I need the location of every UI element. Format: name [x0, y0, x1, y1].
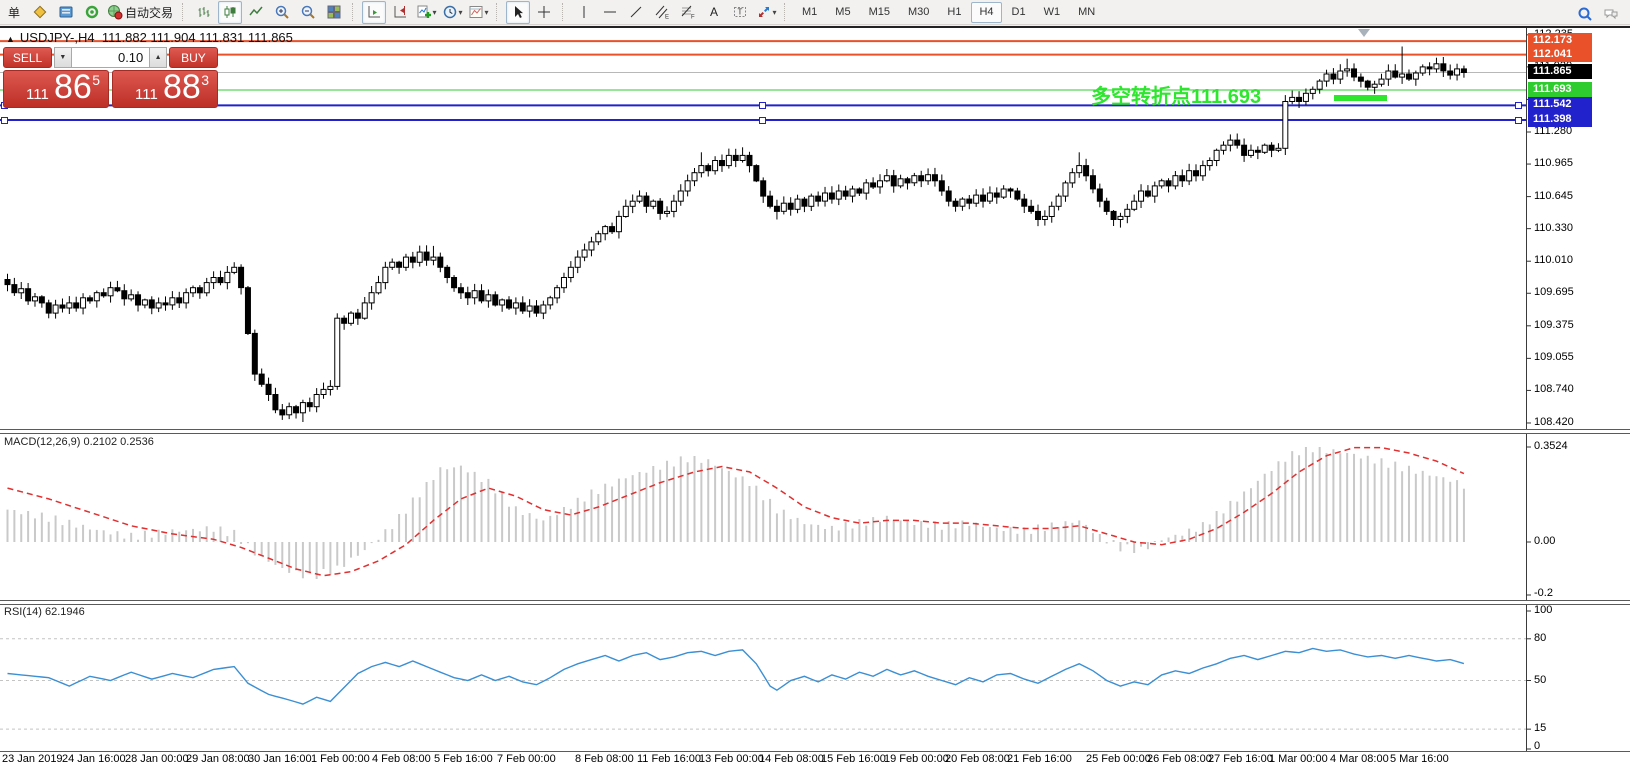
price-tick-110.330: 110.330	[1534, 222, 1573, 234]
time-label: 5 Feb 16:00	[434, 753, 493, 765]
price-tick-108.740: 108.740	[1534, 383, 1574, 395]
sell-price-big: 86	[54, 68, 92, 107]
price-tick-110.965: 110.965	[1534, 157, 1573, 169]
one-click-trading-panel: SELL ▼ 0.10 ▲ BUY 111 86 5 111 88 3	[3, 47, 218, 108]
time-label: 24 Jan 16:00	[62, 753, 126, 765]
rsi-tick-15: 15	[1534, 722, 1546, 734]
pane-divider-rsi[interactable]	[0, 600, 1630, 605]
rsi-tick-50: 50	[1534, 674, 1546, 686]
time-label: 4 Mar 08:00	[1330, 753, 1389, 765]
symbol-period-label: USDJPY-,H4	[20, 30, 95, 45]
volume-decrease-button[interactable]: ▼	[54, 47, 72, 68]
price-tick-110.010: 110.010	[1534, 254, 1573, 266]
rsi-label: RSI(14) 62.1946	[4, 606, 85, 618]
line-handle-111.398[interactable]	[1515, 117, 1522, 124]
collapse-arrow-icon[interactable]: ▲	[6, 34, 15, 44]
sell-price-display[interactable]: 111 86 5	[3, 70, 109, 108]
price-tick-110.645: 110.645	[1534, 190, 1573, 202]
ohlc-values: 111.882 111.904 111.831 111.865	[102, 30, 293, 45]
macd-label: MACD(12,26,9) 0.2102 0.2536	[4, 436, 154, 448]
price-badge-111.865: 111.865	[1528, 64, 1592, 79]
time-label: 28 Jan 00:00	[125, 753, 189, 765]
buy-button[interactable]: BUY	[169, 47, 218, 68]
rsi-tick-100: 100	[1534, 604, 1552, 616]
main-price-pane[interactable]	[0, 28, 1526, 427]
macd-pane[interactable]	[0, 432, 1526, 598]
sell-button[interactable]: SELL	[3, 47, 52, 68]
price-badge-111.398: 111.398	[1528, 112, 1592, 127]
macd-tick-0.00: 0.00	[1534, 535, 1555, 547]
line-handle-111.398[interactable]	[759, 117, 766, 124]
macd-tick-0.3524: 0.3524	[1534, 440, 1568, 452]
buy-price-display[interactable]: 111 88 3	[112, 70, 218, 108]
buy-price-sup: 3	[201, 72, 209, 88]
sell-price-sup: 5	[92, 72, 100, 88]
time-label: 30 Jan 16:00	[248, 753, 312, 765]
sell-price-prefix: 111	[26, 86, 49, 103]
gray-arrow-marker[interactable]	[1358, 29, 1370, 37]
time-label: 25 Feb 00:00	[1086, 753, 1151, 765]
price-tick-108.420: 108.420	[1534, 416, 1574, 428]
time-label: 23 Jan 2019	[2, 753, 63, 765]
time-label: 19 Feb 00:00	[884, 753, 949, 765]
time-label: 21 Feb 16:00	[1007, 753, 1072, 765]
pivot-annotation-text[interactable]: 多空转折点111.693	[1091, 80, 1261, 109]
line-handle-111.542[interactable]	[1515, 102, 1522, 109]
price-tick-109.055: 109.055	[1534, 351, 1574, 363]
time-axis-separator	[0, 751, 1630, 752]
green-trendline-segment[interactable]	[1334, 95, 1387, 101]
rsi-pane[interactable]	[0, 603, 1526, 750]
pane-divider-macd[interactable]	[0, 429, 1630, 434]
time-label: 15 Feb 16:00	[821, 753, 886, 765]
buy-price-big: 88	[163, 68, 201, 107]
time-label: 27 Feb 16:00	[1208, 753, 1273, 765]
macd-tick--0.2: -0.2	[1534, 587, 1553, 599]
time-label: 4 Feb 08:00	[372, 753, 431, 765]
time-label: 20 Feb 08:00	[945, 753, 1010, 765]
line-handle-111.398[interactable]	[1, 117, 8, 124]
rsi-tick-80: 80	[1534, 632, 1546, 644]
time-label: 1 Mar 00:00	[1269, 753, 1328, 765]
time-label: 5 Mar 16:00	[1390, 753, 1449, 765]
mt4-application: 单自动交易▾▾▾EFAT▾M1M5M15M30H1H4D1W1MN ▲USDJP…	[0, 0, 1630, 769]
price-tick-109.695: 109.695	[1534, 286, 1574, 298]
price-badge-111.693: 111.693	[1528, 82, 1592, 97]
chart-title: ▲ USDJPY-,H4 111.882 111.904 111.831 111.…	[6, 30, 293, 45]
time-label: 26 Feb 08:00	[1147, 753, 1212, 765]
time-label: 14 Feb 08:00	[759, 753, 824, 765]
rsi-tick-0: 0	[1534, 740, 1540, 752]
time-label: 1 Feb 00:00	[311, 753, 370, 765]
time-label: 13 Feb 00:00	[699, 753, 764, 765]
price-tick-109.375: 109.375	[1534, 319, 1574, 331]
time-label: 29 Jan 08:00	[186, 753, 250, 765]
volume-input[interactable]: 0.10	[72, 47, 150, 68]
time-label: 11 Feb 16:00	[637, 753, 701, 765]
price-badge-111.542: 111.542	[1528, 97, 1592, 112]
volume-increase-button[interactable]: ▲	[149, 47, 167, 68]
time-label: 8 Feb 08:00	[575, 753, 634, 765]
buy-price-prefix: 111	[135, 86, 158, 103]
time-label: 7 Feb 00:00	[497, 753, 556, 765]
line-handle-111.542[interactable]	[759, 102, 766, 109]
price-badge-112.041: 112.041	[1528, 47, 1592, 62]
